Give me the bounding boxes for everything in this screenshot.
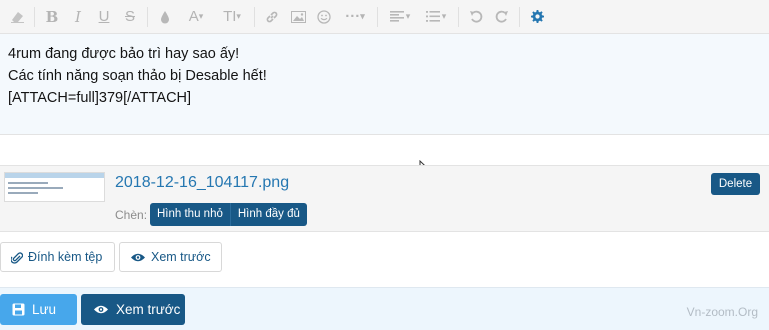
insert-button-group: Hình thu nhỏ Hình đầy đủ: [150, 203, 307, 226]
toolbar-separator: [34, 6, 35, 27]
attach-files-button[interactable]: Đính kèm tệp: [0, 242, 115, 272]
redo-icon[interactable]: [489, 4, 515, 30]
settings-gear-icon[interactable]: [524, 4, 550, 30]
attachment-list: 2018-12-16_104117.png Chèn: Hình thu nhỏ…: [0, 165, 769, 232]
attach-files-label: Đính kèm tệp: [28, 250, 103, 264]
attachment-thumbnail[interactable]: [4, 172, 105, 202]
attachment-filename[interactable]: 2018-12-16_104117.png: [115, 174, 289, 192]
smilie-icon[interactable]: [311, 4, 337, 30]
bold-icon[interactable]: B: [39, 4, 65, 30]
editor-line: 4rum đang được bảo trì hay sao ấy!: [8, 46, 240, 62]
paperclip-icon: [11, 251, 23, 264]
preview-secondary-button[interactable]: Xem trước: [119, 242, 222, 272]
save-label: Lưu: [32, 302, 57, 317]
preview-button[interactable]: Xem trước: [81, 294, 185, 325]
undo-icon[interactable]: [463, 4, 489, 30]
list-icon[interactable]: ▾: [418, 4, 454, 30]
eye-icon: [130, 252, 146, 263]
preview-label: Xem trước: [116, 302, 181, 317]
italic-icon[interactable]: I: [65, 4, 91, 30]
editor-toolbar: B I U S A ▾ TI ▾ ··· ▾ ▾ ▾: [0, 0, 769, 34]
align-icon[interactable]: ▾: [382, 4, 418, 30]
save-button[interactable]: Lưu: [0, 294, 77, 325]
font-family-icon[interactable]: A ▾: [178, 4, 214, 30]
toolbar-separator: [377, 6, 378, 27]
insert-full-image-button[interactable]: Hình đầy đủ: [229, 203, 307, 226]
strikethrough-icon[interactable]: S: [117, 4, 143, 30]
font-size-icon[interactable]: TI ▾: [214, 4, 250, 30]
save-icon: [12, 303, 25, 316]
delete-attachment-button[interactable]: Delete: [711, 173, 760, 195]
form-submit-row: Lưu Xem trước Vn-zoom.Org: [0, 287, 769, 330]
clear-format-icon[interactable]: [4, 4, 30, 30]
toolbar-separator: [147, 6, 148, 27]
editor-line: [ATTACH=full]379[/ATTACH]: [8, 90, 192, 106]
eye-icon: [93, 304, 109, 315]
link-icon[interactable]: [259, 4, 285, 30]
insert-thumbnail-button[interactable]: Hình thu nhỏ: [150, 203, 230, 226]
text-color-icon[interactable]: [152, 4, 178, 30]
toolbar-separator: [458, 6, 459, 27]
toolbar-separator: [254, 6, 255, 27]
underline-icon[interactable]: U: [91, 4, 117, 30]
insert-label: Chèn:: [115, 208, 148, 222]
toolbar-separator: [519, 6, 520, 27]
watermark: Vn-zoom.Org: [686, 305, 758, 319]
more-options-icon[interactable]: ··· ▾: [337, 4, 373, 30]
message-editor[interactable]: 4rum đang được bảo trì hay sao ấy! Các t…: [0, 34, 769, 135]
editor-line: Các tính năng soạn thảo bị Desable hết!: [8, 68, 267, 84]
preview-secondary-label: Xem trước: [151, 250, 211, 264]
image-icon[interactable]: [285, 4, 311, 30]
